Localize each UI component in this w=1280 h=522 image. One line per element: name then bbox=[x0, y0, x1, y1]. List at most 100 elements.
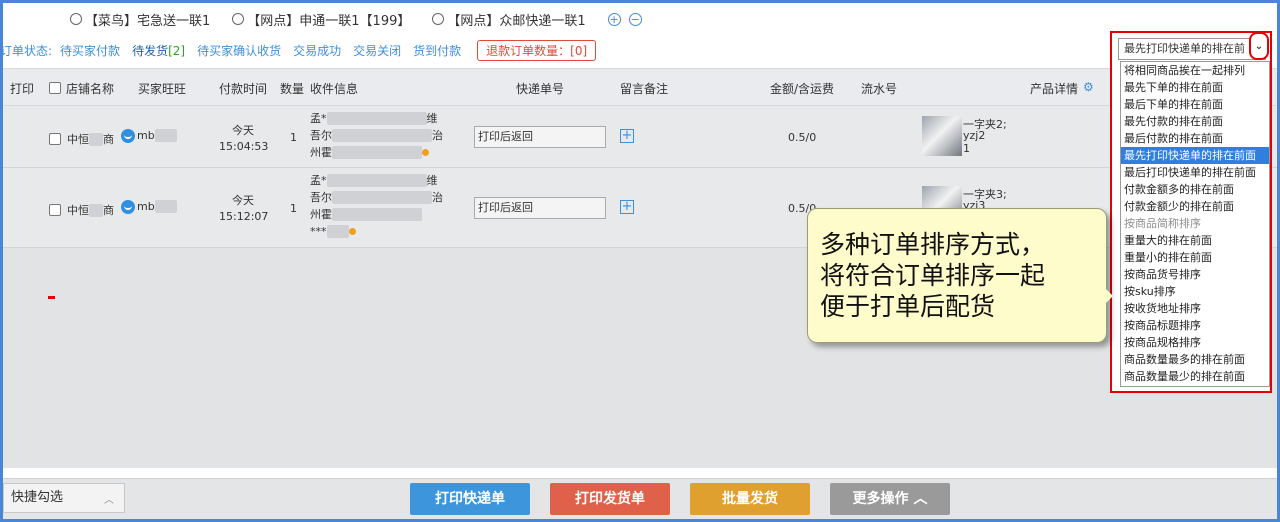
address-line: ***.. bbox=[310, 225, 356, 238]
location-icon bbox=[348, 228, 356, 235]
more-actions-button[interactable]: 更多操作 ︿ bbox=[830, 483, 950, 515]
address-text: 维 bbox=[426, 112, 438, 125]
carrier-label: 【网点】申通一联1【199】 bbox=[247, 13, 411, 29]
callout-line: 便于打单后配货 bbox=[820, 292, 996, 321]
row-checkbox[interactable] bbox=[49, 203, 61, 216]
table-row[interactable]: 中恒..商 mb.. 今天 15:04:53 1 孟*..维 吾尔..治 州霍.… bbox=[3, 106, 1277, 168]
sort-option[interactable]: 按商品规格排序 bbox=[1121, 334, 1269, 351]
add-carrier-icon[interactable]: + bbox=[607, 12, 621, 26]
status-label: 订单状态: bbox=[0, 43, 53, 58]
sort-option[interactable]: 最后打印快递单的排在前面 bbox=[1121, 164, 1269, 181]
status-link-closed[interactable]: 交易关闭 bbox=[353, 42, 401, 59]
radio-icon[interactable] bbox=[432, 13, 445, 25]
col-shop: 店铺名称 bbox=[66, 82, 115, 96]
print-invoice-button[interactable]: 打印发货单 bbox=[550, 483, 670, 515]
address-text: 吾尔 bbox=[310, 191, 332, 204]
address-text: 州霍 bbox=[310, 208, 332, 221]
sort-option[interactable]: 按商品标题排序 bbox=[1121, 317, 1269, 334]
sort-option[interactable]: 重量小的排在前面 bbox=[1121, 249, 1269, 266]
sort-option[interactable]: 最先付款的排在前面 bbox=[1121, 113, 1269, 130]
sort-option[interactable]: 按收货地址排序 bbox=[1121, 300, 1269, 317]
sort-option[interactable]: 将相同商品挨在一起排列 bbox=[1121, 62, 1269, 79]
batch-ship-button[interactable]: 批量发货 bbox=[690, 483, 810, 515]
wangwang-icon[interactable] bbox=[121, 200, 135, 214]
item-qty: 1 bbox=[290, 202, 297, 215]
add-remark-icon[interactable]: + bbox=[620, 129, 634, 143]
col-qty: 数量 bbox=[280, 82, 305, 96]
carrier-option-sto[interactable]: 【网点】申通一联1【199】 bbox=[232, 10, 410, 29]
product-sku: yzj2 bbox=[963, 129, 986, 142]
wangwang-icon[interactable] bbox=[121, 129, 135, 143]
address-line: 孟*..维 bbox=[310, 110, 438, 126]
sort-option[interactable]: 付款金额少的排在前面 bbox=[1121, 198, 1269, 215]
sort-option[interactable]: 付款金额多的排在前面 bbox=[1121, 181, 1269, 198]
pay-day: 今天 bbox=[232, 194, 254, 207]
sort-option[interactable]: 商品数量最多的排在前面 bbox=[1121, 351, 1269, 368]
carrier-label: 【菜鸟】宅急送一联1 bbox=[85, 13, 211, 29]
buyer-id-text: mb bbox=[137, 200, 155, 213]
sort-option[interactable]: 商品数量最少的排在前面 bbox=[1121, 368, 1269, 385]
status-link-label: 待发货 bbox=[132, 43, 169, 58]
checkbox-icon[interactable] bbox=[49, 81, 61, 94]
checkbox-icon[interactable] bbox=[49, 204, 61, 216]
status-link-cod[interactable]: 货到付款 bbox=[413, 42, 461, 59]
select-all-checkbox[interactable] bbox=[49, 80, 61, 94]
radio-icon[interactable] bbox=[232, 13, 245, 25]
address-line: 州霍.. bbox=[310, 144, 429, 160]
item-qty: 1 bbox=[290, 131, 297, 144]
pay-time: 15:04:53 bbox=[219, 140, 269, 153]
chevron-up-icon[interactable]: ︿ bbox=[104, 491, 114, 506]
shop-name: 中恒..商 bbox=[67, 131, 114, 147]
radio-icon[interactable] bbox=[70, 13, 82, 25]
buyer-id[interactable]: mb.. bbox=[121, 129, 177, 143]
gear-icon[interactable]: ⚙ bbox=[1083, 80, 1094, 94]
product-thumbnail[interactable] bbox=[922, 116, 962, 156]
callout-line: 多种订单排序方式， bbox=[820, 230, 1046, 259]
address-text: 孟* bbox=[310, 174, 327, 187]
shop-name-suffix: 商 bbox=[103, 133, 114, 146]
buyer-id[interactable]: mb.. bbox=[121, 200, 177, 214]
address-text: 治 bbox=[432, 129, 443, 142]
print-express-button[interactable]: 打印快递单 bbox=[410, 483, 530, 515]
status-link-pending-payment[interactable]: 待买家付款 bbox=[60, 42, 120, 59]
tip-callout: 多种订单排序方式， 将符合订单排序一起 便于打单后配货 bbox=[807, 208, 1107, 343]
sort-option-selected[interactable]: 最先打印快递单的排在前面 bbox=[1121, 147, 1269, 164]
chevron-down-icon[interactable]: ⌄ bbox=[1249, 32, 1269, 60]
more-actions-label: 更多操作 bbox=[852, 491, 909, 507]
status-link-pending-shipment[interactable]: 待发货[2] bbox=[132, 42, 185, 59]
sort-option[interactable]: 重量大的排在前面 bbox=[1121, 232, 1269, 249]
sort-options-list: 将相同商品挨在一起排列 最先下单的排在前面 最后下单的排在前面 最先付款的排在前… bbox=[1120, 61, 1270, 387]
red-marker bbox=[48, 296, 55, 299]
sort-option[interactable]: 按sku排序 bbox=[1121, 283, 1269, 300]
remove-carrier-icon[interactable]: − bbox=[628, 12, 642, 26]
shop-name: 中恒..商 bbox=[67, 202, 114, 218]
address-text: *** bbox=[310, 225, 327, 238]
carrier-option-zy[interactable]: 【网点】众邮快递一联1 bbox=[432, 10, 586, 29]
callout-line: 将符合订单排序一起 bbox=[820, 261, 1046, 290]
address-text: 治 bbox=[432, 191, 443, 204]
tracking-number-field[interactable]: 打印后返回 bbox=[474, 197, 606, 219]
row-checkbox[interactable] bbox=[49, 132, 61, 145]
sort-order-select[interactable]: 最先打印快递单的排在前 bbox=[1118, 38, 1266, 60]
sort-option[interactable]: 最后付款的排在前面 bbox=[1121, 130, 1269, 147]
amount-value: 0.5/0 bbox=[788, 131, 817, 144]
status-link-success[interactable]: 交易成功 bbox=[293, 42, 341, 59]
sort-option[interactable]: 按商品货号排序 bbox=[1121, 266, 1269, 283]
location-icon bbox=[422, 149, 429, 156]
status-link-awaiting-receipt[interactable]: 待买家确认收货 bbox=[197, 42, 281, 59]
sort-option[interactable]: 最后下单的排在前面 bbox=[1121, 96, 1269, 113]
col-amount: 金额/含运费 bbox=[770, 82, 835, 96]
carrier-option-zjs[interactable]: 【菜鸟】宅急送一联1 bbox=[70, 10, 210, 29]
checkbox-icon[interactable] bbox=[49, 133, 61, 145]
add-remark-icon[interactable]: + bbox=[620, 200, 634, 214]
callout-pointer bbox=[1105, 288, 1113, 304]
order-status-bar: 订单状态: 待买家付款 待发货[2] 待买家确认收货 交易成功 交易关闭 货到付… bbox=[0, 39, 597, 61]
address-text: 吾尔 bbox=[310, 129, 332, 142]
sort-option[interactable]: 最先下单的排在前面 bbox=[1121, 79, 1269, 96]
refund-count-button[interactable]: 退款订单数量：[0] bbox=[477, 39, 597, 61]
tracking-number-field[interactable]: 打印后返回 bbox=[474, 126, 606, 148]
col-pay-time[interactable]: 付款时间 bbox=[219, 80, 267, 97]
shop-name-text: 中恒 bbox=[67, 204, 89, 217]
sort-option-disabled[interactable]: 按商品简称排序 bbox=[1121, 215, 1269, 232]
address-line: 吾尔..治 bbox=[310, 189, 443, 205]
